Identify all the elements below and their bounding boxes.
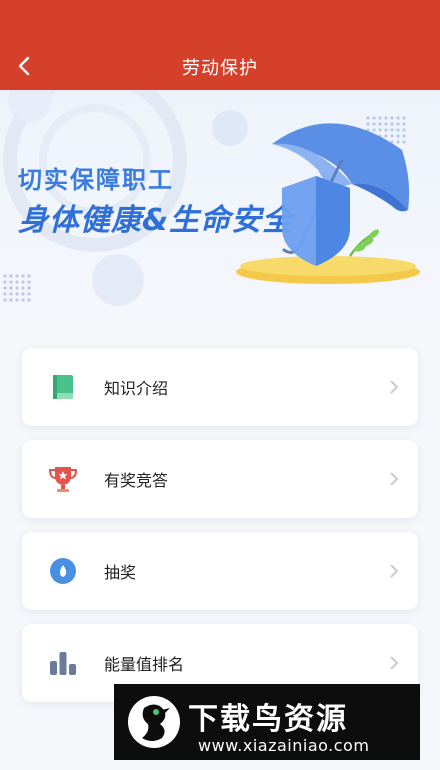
menu-item-label: 知识介绍 bbox=[104, 379, 169, 398]
chevron-right-icon bbox=[384, 559, 404, 583]
page-title: 劳动保护 bbox=[182, 58, 258, 79]
banner-headline-line1: 切实保障职工 bbox=[18, 166, 174, 194]
book-icon bbox=[48, 372, 78, 402]
menu-item-knowledge[interactable]: 知识介绍 bbox=[22, 348, 418, 426]
umbrella-shield-illustration bbox=[236, 123, 420, 284]
menu-item-quiz[interactable]: 有奖竞答 bbox=[22, 440, 418, 518]
chevron-right-icon bbox=[384, 651, 404, 675]
menu-item-label: 抽奖 bbox=[104, 563, 137, 582]
chevron-right-icon bbox=[384, 375, 404, 399]
watermark-title: 下载鸟资源 bbox=[188, 702, 348, 737]
ranking-bars-icon bbox=[48, 648, 78, 678]
menu-item-lottery[interactable]: 抽奖 bbox=[22, 532, 418, 610]
top-bar: 劳动保护 bbox=[0, 0, 440, 90]
watermark-overlay: 下载鸟资源 www.xiazainiao.com bbox=[114, 684, 420, 760]
chevron-right-icon bbox=[384, 467, 404, 491]
menu-item-label: 能量值排名 bbox=[104, 655, 185, 674]
watermark-url: www.xiazainiao.com bbox=[198, 736, 370, 755]
menu-item-label: 有奖竞答 bbox=[104, 471, 169, 490]
bird-logo-icon bbox=[128, 696, 180, 748]
lottery-icon bbox=[48, 556, 78, 586]
trophy-icon bbox=[48, 464, 78, 494]
